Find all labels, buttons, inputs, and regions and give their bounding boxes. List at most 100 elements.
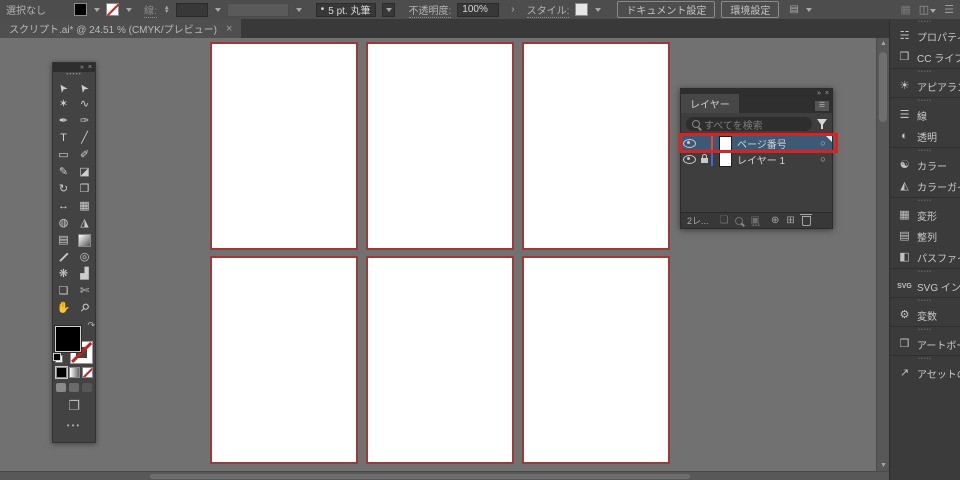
panel-options-icon[interactable]: ▤ — [789, 4, 798, 15]
artboard-5[interactable] — [366, 256, 514, 464]
dock-item-asset-export[interactable]: ↗ アセットの... — [890, 363, 960, 384]
lasso-tool[interactable]: ∿ — [74, 96, 95, 113]
opacity-label[interactable]: 不透明度: — [408, 2, 452, 18]
dock-item-align[interactable]: ▤ 整列 — [890, 226, 960, 247]
paintbrush-tool[interactable]: ✐ — [74, 147, 95, 164]
dock-item-pathfinder[interactable]: ◧ パスファイン... — [890, 247, 960, 268]
edit-toolbar-ellipsis[interactable]: ••• — [53, 421, 95, 430]
vertical-scroll-thumb[interactable] — [879, 52, 887, 122]
artboard-2[interactable] — [366, 42, 514, 250]
type-tool[interactable]: T — [53, 130, 74, 147]
fill-caret-icon[interactable] — [94, 7, 100, 12]
shape-builder-tool[interactable]: ◍ — [53, 215, 74, 232]
hand-tool[interactable]: ✋ — [53, 300, 74, 317]
group-drag-handle[interactable]: ••••• — [890, 147, 960, 155]
panel-options-caret-icon[interactable] — [805, 7, 812, 12]
search-input[interactable]: すべてを検索 — [686, 117, 812, 131]
artboard-tool[interactable]: ❏ — [53, 283, 74, 300]
brush-combo[interactable]: • 5 pt. 丸筆 — [315, 2, 376, 17]
dock-item-svg-interactivity[interactable]: SVG SVG インタ... — [890, 276, 960, 297]
horizontal-scrollbar[interactable] — [0, 471, 889, 480]
eraser-tool[interactable]: ◪ — [74, 164, 95, 181]
magic-wand-tool[interactable]: ✶ — [53, 96, 74, 113]
group-drag-handle[interactable]: ••••• — [890, 355, 960, 363]
stroke-caret-icon[interactable] — [126, 7, 132, 12]
canvas[interactable]: » × ••••• ➤ ➤ ✶ ∿ ✒ ✑ T ╱ ▭ ✐ ✎ ◪ ↻ ❐ ↔ ▦ ◍ ◮ ▤ ❙ ◎ ❋ ▟ ❏ ✄ ✋ ⚲ ↷ — [0, 38, 876, 471]
opacity-value-combo[interactable]: 100% — [457, 2, 500, 17]
dock-item-color-guide[interactable]: ◭ カラーガイド — [890, 176, 960, 197]
document-setup-button[interactable]: ドキュメント設定 — [617, 1, 716, 18]
screen-mode-icon[interactable]: ❐ — [53, 398, 95, 414]
style-swatch[interactable] — [575, 3, 589, 16]
fill-color-swatch[interactable] — [74, 3, 87, 16]
layer-thumbnail[interactable] — [719, 135, 732, 151]
blend-tool[interactable]: ◎ — [74, 249, 95, 266]
draw-inside-icon[interactable] — [82, 383, 92, 392]
group-drag-handle[interactable]: ••••• — [890, 19, 960, 26]
default-fill-stroke-icon[interactable] — [53, 353, 63, 363]
tab-layers[interactable]: レイヤー — [681, 94, 739, 113]
fill-indicator-black[interactable] — [55, 326, 81, 352]
document-tab[interactable]: スクリプト.ai* @ 24.51 % (CMYK/プレビュー) × — [0, 19, 242, 38]
style-label[interactable]: スタイル: — [526, 2, 570, 18]
close-tab-icon[interactable]: × — [226, 23, 232, 35]
filter-funnel-icon[interactable] — [817, 119, 827, 129]
stroke-weight-combo[interactable] — [175, 2, 208, 17]
close-panel-icon[interactable]: × — [825, 90, 829, 97]
dock-item-properties[interactable]: ☵ プロパティ — [890, 26, 960, 47]
dock-item-cc-libraries[interactable]: ❒ CC ライブラリ — [890, 47, 960, 68]
stroke-color-swatch[interactable] — [106, 3, 119, 16]
selection-tool[interactable]: ➤ — [53, 79, 74, 96]
rectangle-tool[interactable]: ▭ — [53, 147, 74, 164]
perspective-grid-tool[interactable]: ◮ — [74, 215, 95, 232]
panel-resize-grip[interactable]: ••• — [681, 223, 832, 229]
panel-menu-icon[interactable]: ☰ — [815, 101, 829, 111]
panel-drag-handle[interactable]: ••••• — [53, 72, 95, 79]
symbol-sprayer-tool[interactable]: ❋ — [53, 266, 74, 283]
horizontal-scroll-thumb[interactable] — [150, 474, 690, 479]
layer-row-layer-1[interactable]: レイヤー 1 ○ — [681, 151, 832, 167]
dock-item-variables[interactable]: ⚙ 変数 — [890, 305, 960, 326]
artboard-3[interactable] — [522, 42, 670, 250]
visibility-toggle[interactable] — [681, 154, 698, 164]
mesh-tool[interactable]: ▤ — [53, 232, 74, 249]
width-profile-caret-icon[interactable] — [295, 7, 302, 12]
target-circle-icon[interactable]: ○ — [814, 154, 832, 164]
style-caret-icon[interactable] — [595, 7, 602, 12]
curvature-tool[interactable]: ✑ — [74, 113, 95, 130]
eyedropper-tool[interactable]: ❙ — [53, 249, 74, 266]
dock-item-transparency[interactable]: ◐ 透明 — [890, 126, 960, 147]
layer-row-page-number[interactable]: ページ番号 ○ — [679, 133, 838, 153]
rotate-tool[interactable]: ↻ — [53, 181, 74, 198]
close-panel-icon[interactable]: × — [88, 64, 92, 71]
direct-selection-tool[interactable]: ➤ — [74, 79, 95, 96]
dock-item-artboards[interactable]: ❐ アートボード — [890, 334, 960, 355]
dock-item-color[interactable]: ☯ カラー — [890, 155, 960, 176]
brush-caret-button[interactable] — [381, 2, 395, 17]
pen-tool[interactable]: ✒ — [53, 113, 74, 130]
menu-icon[interactable]: ☰ — [944, 3, 954, 16]
artboard-6[interactable] — [522, 256, 670, 464]
gradient-button[interactable] — [68, 367, 80, 378]
vertical-scrollbar[interactable]: ▲ ▼ — [876, 38, 889, 471]
artboard-4[interactable] — [210, 256, 358, 464]
zoom-tool[interactable]: ⚲ — [74, 300, 95, 317]
group-drag-handle[interactable]: ••••• — [890, 268, 960, 276]
slice-tool[interactable]: ✄ — [74, 283, 95, 300]
collapse-panel-icon[interactable]: » — [80, 64, 84, 71]
line-segment-tool[interactable]: ╱ — [74, 130, 95, 147]
group-drag-handle[interactable]: ••••• — [890, 326, 960, 334]
scale-tool[interactable]: ❐ — [74, 181, 95, 198]
group-drag-handle[interactable]: ••••• — [890, 197, 960, 205]
free-transform-tool[interactable]: ▦ — [74, 198, 95, 215]
dock-item-appearance[interactable]: ☀ アピアランス — [890, 76, 960, 97]
visibility-toggle[interactable] — [681, 138, 698, 148]
stroke-weight-caret-icon[interactable] — [214, 7, 221, 12]
group-drag-handle[interactable]: ••••• — [890, 68, 960, 76]
preferences-button[interactable]: 環境設定 — [721, 1, 780, 18]
pencil-tool[interactable]: ✎ — [53, 164, 74, 181]
draw-normal-icon[interactable] — [56, 383, 66, 392]
workspace-switcher-icon[interactable]: ◫ — [919, 3, 937, 16]
width-profile-combo[interactable] — [226, 2, 289, 17]
dock-item-transform[interactable]: ▦ 変形 — [890, 205, 960, 226]
